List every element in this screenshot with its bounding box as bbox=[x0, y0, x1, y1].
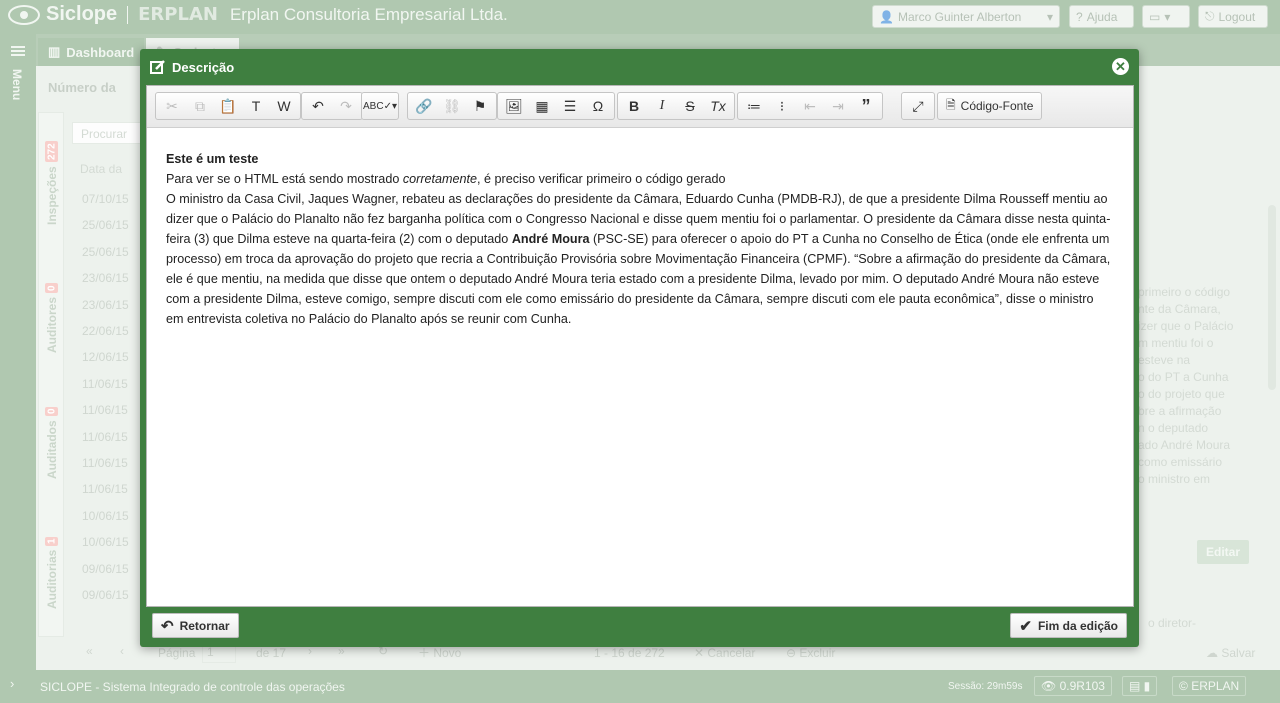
undo-icon[interactable]: ↶ bbox=[304, 94, 332, 118]
description-dialog: Descrição ✕ ✂ ⧉ 📋 T W ↶ ↷ ABC✓▾ 🔗 ⛓ ⚑ 🖼 … bbox=[140, 49, 1139, 647]
link-icon[interactable]: 🔗 bbox=[410, 94, 438, 118]
copy-icon[interactable]: ⧉ bbox=[186, 94, 214, 118]
special-char-icon[interactable]: Ω bbox=[584, 94, 612, 118]
close-button[interactable]: ✕ bbox=[1112, 58, 1129, 75]
finish-edit-label: Fim da edição bbox=[1037, 618, 1118, 633]
bold-icon[interactable]: B bbox=[620, 94, 648, 118]
bulleted-list-icon[interactable]: ⁝ bbox=[768, 94, 796, 118]
indent-icon[interactable]: ⇥ bbox=[824, 94, 852, 118]
link-group: 🔗 ⛓ ⚑ bbox=[407, 92, 497, 120]
redo-icon[interactable]: ↷ bbox=[332, 94, 360, 118]
content-text: (PSC-SE) para oferecer o apoio do PT a C… bbox=[166, 232, 1111, 326]
checkmark-icon: ✔ bbox=[1019, 617, 1032, 635]
content-heading: Este é um teste bbox=[166, 152, 259, 166]
back-button-label: Retornar bbox=[179, 618, 230, 633]
editor-content[interactable]: Este é um teste Para ver se o HTML está … bbox=[147, 129, 1133, 606]
numbered-list-icon[interactable]: ≔ bbox=[740, 94, 768, 118]
maximize-icon[interactable]: ⤢ bbox=[904, 94, 932, 118]
table-icon[interactable]: ▦ bbox=[528, 94, 556, 118]
rich-text-editor: ✂ ⧉ 📋 T W ↶ ↷ ABC✓▾ 🔗 ⛓ ⚑ 🖼 ▦ ☰ Ω B I S … bbox=[146, 85, 1134, 607]
source-code-button[interactable]: 🗎 Código-Fonte bbox=[940, 94, 1039, 118]
unlink-icon[interactable]: ⛓ bbox=[438, 94, 466, 118]
format-group: B I S Tx bbox=[617, 92, 735, 120]
paste-text-icon[interactable]: T bbox=[242, 94, 270, 118]
paste-word-icon[interactable]: W bbox=[270, 94, 298, 118]
history-group: ↶ ↷ bbox=[301, 92, 363, 120]
close-icon: ✕ bbox=[1115, 59, 1126, 74]
finish-edit-button[interactable]: ✔ Fim da edição bbox=[1010, 613, 1127, 638]
content-paragraph: O ministro da Casa Civil, Jaques Wagner,… bbox=[166, 189, 1114, 329]
dialog-title-text: Descrição bbox=[172, 59, 235, 75]
source-group: 🗎 Código-Fonte bbox=[937, 92, 1043, 120]
italic-icon[interactable]: I bbox=[648, 94, 676, 118]
content-text: , é preciso verificar primeiro o código … bbox=[477, 172, 726, 186]
spellcheck-icon[interactable]: ABC✓▾ bbox=[363, 94, 397, 118]
document-icon: 🗎 bbox=[946, 97, 956, 112]
remove-format-icon[interactable]: Tx bbox=[704, 94, 732, 118]
edit-icon bbox=[150, 60, 165, 74]
paragraph-group: ≔ ⁝ ⇤ ⇥ ” bbox=[737, 92, 883, 120]
content-text: Para ver se o HTML está sendo mostrado bbox=[166, 172, 403, 186]
dialog-title: Descrição bbox=[150, 57, 234, 77]
undo-arrow-icon: ↶ bbox=[161, 617, 174, 635]
content-bold: André Moura bbox=[511, 232, 590, 246]
content-emphasis: corretamente bbox=[402, 172, 478, 186]
cut-icon[interactable]: ✂ bbox=[158, 94, 186, 118]
horizontal-line-icon[interactable]: ☰ bbox=[556, 94, 584, 118]
editor-toolbar: ✂ ⧉ 📋 T W ↶ ↷ ABC✓▾ 🔗 ⛓ ⚑ 🖼 ▦ ☰ Ω B I S … bbox=[147, 86, 1133, 128]
source-code-label: Código-Fonte bbox=[960, 99, 1034, 113]
anchor-flag-icon[interactable]: ⚑ bbox=[466, 94, 494, 118]
spellcheck-group: ABC✓▾ bbox=[361, 92, 399, 120]
strikethrough-icon[interactable]: S bbox=[676, 94, 704, 118]
content-line: Para ver se o HTML está sendo mostrado c… bbox=[166, 169, 1114, 189]
blockquote-icon[interactable]: ” bbox=[852, 94, 880, 118]
insert-group: 🖼 ▦ ☰ Ω bbox=[497, 92, 615, 120]
clipboard-group: ✂ ⧉ 📋 T W bbox=[155, 92, 301, 120]
image-icon[interactable]: 🖼 bbox=[500, 94, 528, 118]
outdent-icon[interactable]: ⇤ bbox=[796, 94, 824, 118]
back-button[interactable]: ↶ Retornar bbox=[152, 613, 239, 638]
paste-icon[interactable]: 📋 bbox=[214, 94, 242, 118]
maximize-group: ⤢ bbox=[901, 92, 935, 120]
